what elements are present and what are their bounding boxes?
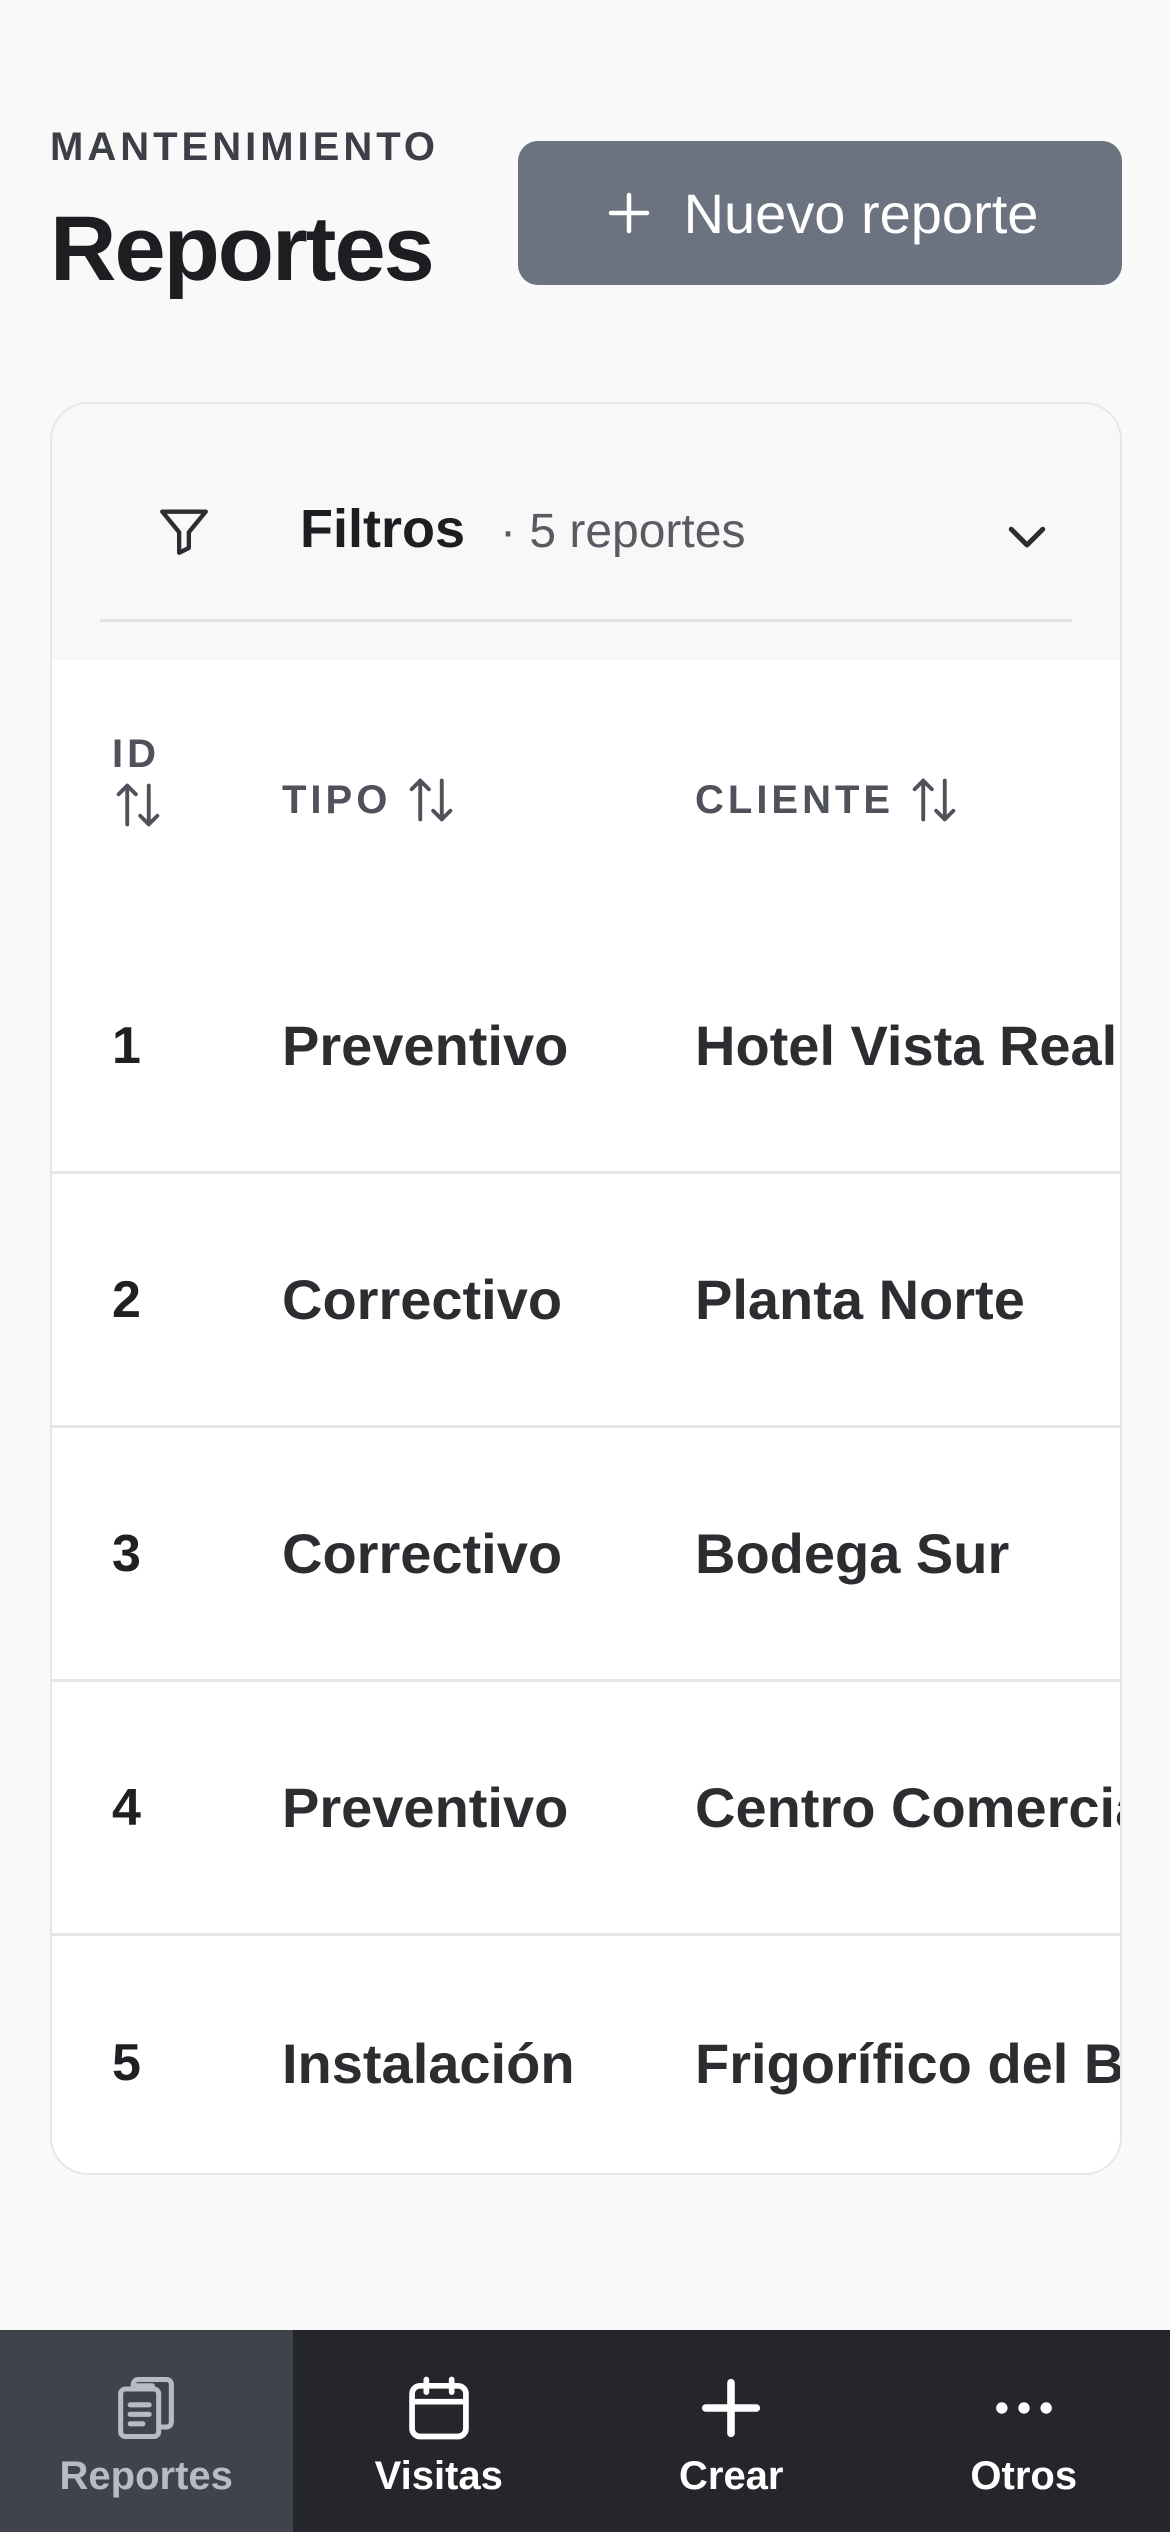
sort-icon bbox=[410, 778, 453, 822]
page-title: Reportes bbox=[50, 198, 435, 300]
cell-tipo: Preventivo bbox=[282, 1776, 569, 1839]
nav-item-reportes[interactable]: Reportes bbox=[0, 2330, 293, 2532]
table-row[interactable]: 1 Preventivo Hotel Vista Real bbox=[52, 920, 1120, 1174]
column-label-tipo: TIPO bbox=[282, 777, 392, 822]
reports-count: · 5 reportes bbox=[500, 505, 746, 558]
plus-icon bbox=[608, 192, 649, 234]
chevron-down-icon[interactable] bbox=[1000, 509, 1054, 563]
sort-icon bbox=[116, 783, 160, 827]
reports-card: Filtros · 5 reportes ID TIPO CLIENTE 1 P… bbox=[50, 402, 1122, 2175]
cell-cliente: Planta Norte bbox=[695, 1268, 1025, 1331]
cell-cliente: Bodega Sur bbox=[695, 1522, 1010, 1585]
calendar-icon bbox=[408, 2376, 469, 2440]
column-label-id: ID bbox=[112, 732, 160, 776]
filters-label: Filtros bbox=[300, 499, 466, 559]
table-header: ID TIPO CLIENTE bbox=[52, 660, 1120, 920]
page-header: MANTENIMIENTO Reportes Nuevo reporte bbox=[50, 125, 1122, 300]
new-report-label: Nuevo reporte bbox=[683, 181, 1039, 245]
cell-id: 2 bbox=[112, 1270, 141, 1329]
column-header-tipo[interactable]: TIPO bbox=[282, 772, 457, 828]
cell-tipo: Instalación bbox=[282, 2031, 575, 2095]
table-row[interactable]: 3 Correctivo Bodega Sur bbox=[52, 1428, 1120, 1682]
nav-label: Otros bbox=[970, 2454, 1078, 2498]
plus-icon bbox=[702, 2378, 761, 2438]
cell-id: 3 bbox=[112, 1524, 141, 1583]
cell-id: 1 bbox=[112, 1016, 141, 1075]
cell-tipo: Preventivo bbox=[282, 1014, 569, 1077]
column-label-cliente: CLIENTE bbox=[695, 777, 895, 822]
table-row[interactable]: 5 Instalación Frigorífico del B bbox=[52, 1936, 1122, 2173]
bottom-navigation: Reportes Visitas Crear Otros bbox=[0, 2330, 1170, 2532]
cell-cliente: Hotel Vista Real bbox=[695, 1014, 1118, 1077]
nav-label: Crear bbox=[678, 2454, 784, 2498]
cell-id: 4 bbox=[112, 1778, 141, 1837]
clipboard-icon bbox=[118, 2376, 175, 2440]
sort-icon bbox=[912, 778, 956, 822]
filters-panel[interactable]: Filtros · 5 reportes bbox=[52, 404, 1120, 660]
section-eyebrow: MANTENIMIENTO bbox=[50, 125, 440, 169]
filters-toggle[interactable]: Filtros · 5 reportes bbox=[100, 404, 1072, 622]
table-row[interactable]: 2 Correctivo Planta Norte bbox=[52, 1174, 1120, 1428]
column-header-cliente[interactable]: CLIENTE bbox=[695, 772, 960, 828]
nav-item-crear[interactable]: Crear bbox=[585, 2330, 878, 2532]
cell-tipo: Correctivo bbox=[282, 1268, 563, 1331]
nav-item-visitas[interactable]: Visitas bbox=[293, 2330, 586, 2532]
cell-cliente: Centro Comercia bbox=[695, 1776, 1122, 1839]
column-header-id[interactable]: ID bbox=[112, 732, 164, 833]
filter-icon bbox=[160, 509, 208, 555]
nav-label: Visitas bbox=[374, 2454, 503, 2498]
more-dots-icon bbox=[995, 2402, 1052, 2414]
cell-tipo: Correctivo bbox=[282, 1522, 563, 1585]
nav-label: Reportes bbox=[59, 2454, 233, 2498]
new-report-button[interactable]: Nuevo reporte bbox=[518, 141, 1122, 285]
nav-item-otros[interactable]: Otros bbox=[878, 2330, 1170, 2532]
cell-cliente: Frigorífico del B bbox=[695, 2031, 1122, 2095]
cell-id: 5 bbox=[112, 2034, 141, 2092]
table-row[interactable]: 4 Preventivo Centro Comercia bbox=[52, 1682, 1120, 1936]
